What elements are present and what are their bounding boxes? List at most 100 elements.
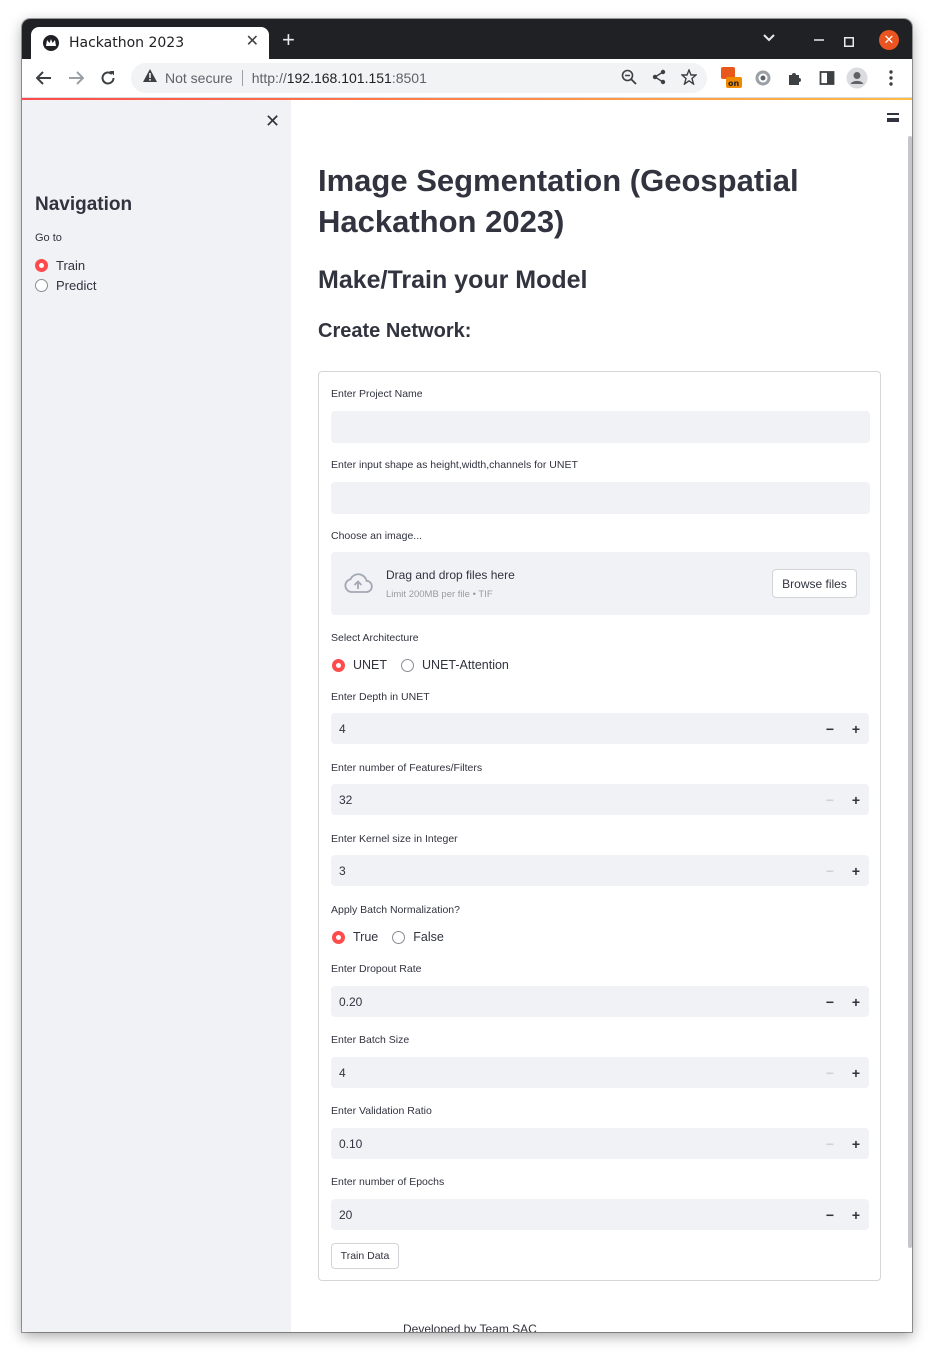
decrement-button[interactable]: − <box>817 855 843 886</box>
browser-window: Hackathon 2023 ✕ + ✕ Not secure http://1… <box>22 19 912 1332</box>
kernel-label: Enter Kernel size in Integer <box>331 833 458 845</box>
radio-unselected-icon[interactable] <box>392 930 406 944</box>
minimize-icon[interactable] <box>814 25 824 48</box>
tab-close-icon[interactable]: ✕ <box>246 34 259 50</box>
file-dropzone[interactable]: Drag and drop files here Limit 200MB per… <box>331 552 870 615</box>
create-network-form: Enter Project Name Enter input shape as … <box>318 371 881 1281</box>
radio-selected-icon[interactable] <box>332 658 345 672</box>
increment-button[interactable]: + <box>843 1057 869 1088</box>
architecture-radio-group: UNET UNET-Attention <box>332 658 523 672</box>
svg-text:on: on <box>728 79 739 88</box>
extension-on-icon[interactable]: on <box>720 66 742 88</box>
extensions-puzzle-icon[interactable] <box>784 67 806 89</box>
epochs-stepper[interactable]: 20 − + <box>331 1199 869 1230</box>
batch-size-stepper[interactable]: 4 − + <box>331 1057 869 1088</box>
sidebar: ✕ Navigation Go to Train Predict <box>22 100 291 1332</box>
kernel-stepper[interactable]: 3 − + <box>331 855 869 886</box>
increment-button[interactable]: + <box>843 986 869 1017</box>
depth-label: Enter Depth in UNET <box>331 691 430 703</box>
features-value[interactable]: 32 <box>339 793 352 807</box>
warning-icon[interactable] <box>143 69 157 87</box>
input-shape-label: Enter input shape as height,width,channe… <box>331 459 578 471</box>
epochs-label: Enter number of Epochs <box>331 1176 445 1188</box>
depth-stepper[interactable]: 4 − + <box>331 713 869 744</box>
nav-option-predict[interactable]: Predict <box>35 278 96 293</box>
footer-credit: Developed by Team SAC <box>403 1322 537 1332</box>
increment-button[interactable]: + <box>843 1199 869 1230</box>
back-icon[interactable] <box>33 67 55 89</box>
tab-search-icon[interactable] <box>763 29 775 45</box>
sidebar-title: Navigation <box>35 194 133 215</box>
nav-option-label: Train <box>56 258 86 273</box>
train-data-button[interactable]: Train Data <box>331 1243 399 1269</box>
page-subtitle: Make/Train your Model <box>318 266 588 294</box>
address-bar[interactable]: Not secure http://192.168.101.151:8501 <box>131 63 707 93</box>
radio-unselected-icon[interactable] <box>35 279 48 292</box>
increment-button[interactable]: + <box>843 713 869 744</box>
input-shape-input[interactable] <box>331 482 870 514</box>
increment-button[interactable]: + <box>843 1128 869 1159</box>
scrollbar[interactable] <box>908 136 912 1248</box>
url-text[interactable]: http://192.168.101.151:8501 <box>252 70 427 86</box>
new-tab-icon[interactable]: + <box>282 29 295 51</box>
side-panel-icon[interactable] <box>816 67 838 89</box>
project-name-label: Enter Project Name <box>331 388 423 400</box>
browse-files-button[interactable]: Browse files <box>772 569 857 598</box>
dropout-label: Enter Dropout Rate <box>331 963 422 975</box>
dropzone-limit: Limit 200MB per file • TIF <box>386 589 493 600</box>
batchnorm-option-false[interactable]: False <box>392 930 444 944</box>
decrement-button[interactable]: − <box>817 986 843 1017</box>
zoom-icon[interactable] <box>621 69 637 90</box>
browser-tab[interactable]: Hackathon 2023 ✕ <box>31 27 269 59</box>
batchnorm-label: Apply Batch Normalization? <box>331 904 460 916</box>
radio-selected-icon[interactable] <box>332 930 345 944</box>
radio-selected-icon[interactable] <box>35 259 48 272</box>
main-content: Image Segmentation (Geospatial Hackathon… <box>291 100 912 1332</box>
kernel-value[interactable]: 3 <box>339 864 346 878</box>
image-upload-label: Choose an image... <box>331 530 423 542</box>
forward-icon[interactable] <box>65 67 87 89</box>
sidebar-close-icon[interactable]: ✕ <box>265 111 280 132</box>
app-menu-icon[interactable] <box>887 113 899 122</box>
extension-gear-icon[interactable] <box>752 67 774 89</box>
decrement-button[interactable]: − <box>817 713 843 744</box>
nav-option-label: Predict <box>56 278 97 293</box>
epochs-value[interactable]: 20 <box>339 1208 352 1222</box>
decrement-button[interactable]: − <box>817 784 843 815</box>
dropout-stepper[interactable]: 0.20 − + <box>331 986 869 1017</box>
browser-toolbar: Not secure http://192.168.101.151:8501 o… <box>22 59 912 98</box>
browser-menu-icon[interactable] <box>880 67 902 89</box>
validation-label: Enter Validation Ratio <box>331 1105 432 1117</box>
increment-button[interactable]: + <box>843 784 869 815</box>
decrement-button[interactable]: − <box>817 1128 843 1159</box>
features-label: Enter number of Features/Filters <box>331 762 483 774</box>
security-label[interactable]: Not secure <box>165 70 233 86</box>
decrement-button[interactable]: − <box>817 1057 843 1088</box>
architecture-option-unet[interactable]: UNET <box>332 658 387 672</box>
reload-icon[interactable] <box>97 67 119 89</box>
architecture-option-unet-attention[interactable]: UNET-Attention <box>401 658 509 672</box>
batchnorm-radio-group: True False <box>332 930 458 944</box>
nav-option-train[interactable]: Train <box>35 258 85 273</box>
bookmark-star-icon[interactable] <box>680 68 698 90</box>
radio-unselected-icon[interactable] <box>401 658 415 672</box>
omnibox-divider <box>241 70 243 86</box>
dropout-value[interactable]: 0.20 <box>339 995 362 1009</box>
profile-avatar-icon[interactable] <box>846 67 868 89</box>
tab-title: Hackathon 2023 <box>69 35 185 51</box>
share-icon[interactable] <box>651 69 667 90</box>
features-stepper[interactable]: 32 − + <box>331 784 869 815</box>
depth-value[interactable]: 4 <box>339 722 346 736</box>
batch-size-value[interactable]: 4 <box>339 1066 346 1080</box>
batchnorm-option-true[interactable]: True <box>332 930 378 944</box>
window-close-icon[interactable]: ✕ <box>879 30 899 50</box>
dropzone-title: Drag and drop files here <box>386 568 515 582</box>
project-name-input[interactable] <box>331 411 870 443</box>
validation-value[interactable]: 0.10 <box>339 1137 362 1151</box>
validation-stepper[interactable]: 0.10 − + <box>331 1128 869 1159</box>
browser-titlebar: Hackathon 2023 ✕ + ✕ <box>22 19 912 59</box>
decrement-button[interactable]: − <box>817 1199 843 1230</box>
streamlit-favicon-icon <box>43 35 59 51</box>
maximize-icon[interactable] <box>844 34 854 50</box>
increment-button[interactable]: + <box>843 855 869 886</box>
